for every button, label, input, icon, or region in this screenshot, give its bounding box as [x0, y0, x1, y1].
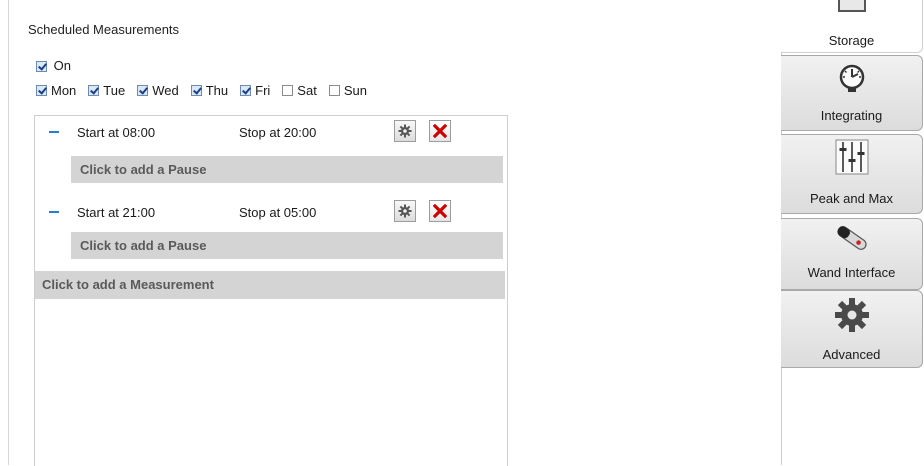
delete-measurement-button[interactable] — [429, 200, 451, 222]
collapse-button[interactable] — [49, 211, 59, 213]
day-sun[interactable]: Sun — [328, 83, 367, 98]
tab-storage[interactable]: Storage — [781, 0, 923, 53]
day-checkbox[interactable] — [36, 85, 47, 96]
day-label: Fri — [255, 83, 271, 98]
add-pause-button[interactable]: Click to add a Pause — [71, 156, 503, 183]
edit-measurement-button[interactable] — [394, 120, 416, 142]
gear-icon — [834, 298, 869, 332]
close-icon — [433, 204, 447, 218]
settings-gear-icon — [398, 124, 412, 138]
measurement-list: Start at 08:00 Stop at 20:00 Click to ad… — [34, 115, 508, 466]
day-checkbox[interactable] — [190, 85, 202, 96]
tab-advanced[interactable]: Advanced — [781, 290, 923, 368]
on-checkbox[interactable] — [36, 61, 47, 72]
tab-label: Integrating — [820, 108, 883, 123]
day-tue[interactable]: Tue — [88, 83, 125, 98]
add-pause-button[interactable]: Click to add a Pause — [71, 232, 503, 259]
sliders-icon — [835, 139, 868, 175]
settings-gear-icon — [398, 204, 412, 218]
close-icon — [433, 124, 447, 138]
tab-strip: Storage Integrating Peak and Max Wand In… — [781, 0, 924, 465]
measurement-row: Start at 21:00 Stop at 05:00 — [35, 198, 507, 228]
day-checkbox[interactable] — [282, 85, 294, 96]
day-checkbox[interactable] — [240, 85, 252, 96]
day-fri[interactable]: Fri — [240, 83, 270, 98]
edit-measurement-button[interactable] — [394, 200, 416, 222]
day-label: Thu — [205, 83, 229, 98]
day-wed[interactable]: Wed — [137, 83, 179, 98]
day-mon[interactable]: Mon — [36, 83, 76, 98]
storage-icon — [837, 0, 866, 12]
gauge-icon — [839, 64, 864, 92]
day-checkbox[interactable] — [88, 85, 100, 96]
measurement-row: Start at 08:00 Stop at 20:00 — [35, 118, 507, 148]
day-label: Sat — [297, 83, 317, 98]
collapse-button[interactable] — [49, 131, 59, 133]
tab-label: Advanced — [822, 347, 881, 362]
weekday-checkboxes: Mon Tue Wed Thu Fri Sat Sun — [36, 83, 367, 98]
day-sat[interactable]: Sat — [282, 83, 317, 98]
delete-measurement-button[interactable] — [429, 120, 451, 142]
section-title: Scheduled Measurements — [28, 22, 180, 37]
start-time: Start at 21:00 — [77, 205, 156, 220]
day-thu[interactable]: Thu — [190, 83, 229, 98]
stop-time: Stop at 05:00 — [239, 205, 317, 220]
tab-label: Storage — [828, 33, 875, 48]
tab-peak-and-max[interactable]: Peak and Max — [781, 134, 923, 214]
day-checkbox[interactable] — [328, 85, 340, 96]
wand-icon — [836, 226, 867, 250]
day-label: Sun — [343, 83, 367, 98]
add-measurement-button[interactable]: Click to add a Measurement — [35, 271, 505, 299]
stop-time: Stop at 20:00 — [239, 125, 317, 140]
tab-label: Peak and Max — [809, 191, 894, 206]
schedule-panel: Scheduled Measurements On Mon Tue Wed Th… — [8, 0, 782, 466]
on-checkbox-row[interactable]: On — [36, 58, 71, 73]
day-label: Mon — [51, 83, 77, 98]
day-label: Wed — [152, 83, 179, 98]
day-checkbox[interactable] — [137, 85, 149, 96]
tab-wand-interface[interactable]: Wand Interface — [781, 218, 923, 290]
start-time: Start at 08:00 — [77, 125, 156, 140]
tab-integrating[interactable]: Integrating — [781, 55, 923, 131]
tab-label: Wand Interface — [807, 265, 896, 280]
day-label: Tue — [103, 83, 126, 98]
on-label: On — [53, 58, 71, 73]
